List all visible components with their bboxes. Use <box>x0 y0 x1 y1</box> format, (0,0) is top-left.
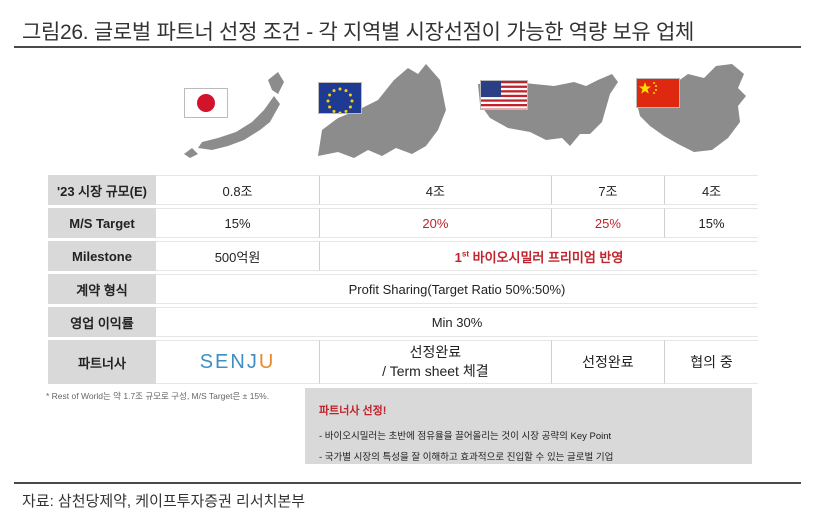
partner-us: 선정완료 <box>550 340 665 384</box>
table-row: 계약 형식 Profit Sharing(Target Ratio 50%:50… <box>48 274 758 304</box>
figure-title: 그림26. 글로벌 파트너 선정 조건 - 각 지역별 시장선점이 가능한 역량… <box>22 21 694 44</box>
market-size-china: 4조 <box>664 175 758 205</box>
ms-target-us: 25% <box>550 208 665 238</box>
milestone-ordinal: 1 <box>454 249 462 265</box>
eu-flag-icon <box>318 82 362 114</box>
source-bar: 자료: 삼천당제약, 케이프투자증권 리서치본부 <box>14 482 801 510</box>
partner-eu: 선정완료 / Term sheet 체결 <box>319 340 551 384</box>
row-label-market-size: '23 시장 규모(E) <box>48 175 156 205</box>
title-bar: 그림26. 글로벌 파트너 선정 조건 - 각 지역별 시장선점이 가능한 역량… <box>14 8 801 48</box>
region-japan <box>178 60 328 168</box>
table-row: Milestone 500억원 1st 바이오시밀러 프리미엄 반영 <box>48 241 758 271</box>
callout-line: - 국가별 시장의 특성을 잘 이해하고 효과적으로 진입할 수 있는 글로벌 … <box>319 452 614 463</box>
ms-target-china: 15% <box>664 208 758 238</box>
milestone-merged: 1st 바이오시밀러 프리미엄 반영 <box>319 241 758 271</box>
japan-flag-icon <box>184 88 228 118</box>
ms-target-eu: 20% <box>319 208 551 238</box>
region-us <box>474 60 624 168</box>
market-size-eu: 4조 <box>319 175 551 205</box>
row-label-contract: 계약 형식 <box>48 274 156 304</box>
partner-eu-term: / Term sheet 체결 <box>382 363 489 379</box>
row-label-milestone: Milestone <box>48 241 156 271</box>
ms-target-japan: 15% <box>156 208 320 238</box>
market-size-japan: 0.8조 <box>156 175 320 205</box>
partner-eu-status: 선정완료 <box>409 344 462 360</box>
row-label-ms-target: M/S Target <box>48 208 156 238</box>
us-flag-icon <box>480 80 528 110</box>
table-row: 파트너사 SENJU 선정완료 / Term sheet 체결 선정완료 협의 … <box>48 340 758 384</box>
source-text: 자료: 삼천당제약, 케이프투자증권 리서치본부 <box>22 493 306 510</box>
usa-map-icon <box>478 74 618 146</box>
table-row: '23 시장 규모(E) 0.8조 4조 7조 4조 <box>48 175 758 205</box>
region-china <box>628 60 778 168</box>
market-size-us: 7조 <box>550 175 665 205</box>
callout-box: 파트너사 선정! - 바이오시밀러는 초반에 점유율을 끌어올리는 것이 시장 … <box>305 388 752 464</box>
milestone-text: 바이오시밀러 프리미엄 반영 <box>469 249 624 265</box>
table-row: M/S Target 15% 20% 25% 15% <box>48 208 758 238</box>
partner-conditions-table: '23 시장 규모(E) 0.8조 4조 7조 4조 M/S Target 15… <box>48 172 758 387</box>
region-eu <box>308 60 458 168</box>
callout-line: - 바이오시밀러는 초반에 점유율을 끌어올리는 것이 시장 공략의 Key P… <box>319 431 612 442</box>
milestone-japan: 500억원 <box>156 241 320 271</box>
footnote: * Rest of World는 약 1.7조 규모로 구성, M/S Targ… <box>46 391 270 401</box>
china-map-icon <box>636 64 746 152</box>
contract-merged: Profit Sharing(Target Ratio 50%:50%) <box>156 274 758 304</box>
partner-china: 협의 중 <box>664 340 758 384</box>
callout-heading: 파트너사 선정! <box>319 405 387 417</box>
margin-merged: Min 30% <box>156 307 758 337</box>
milestone-ordinal-suffix: st <box>461 249 469 259</box>
row-label-partner: 파트너사 <box>48 340 156 384</box>
row-label-margin: 영업 이익률 <box>48 307 156 337</box>
table-row: 영업 이익률 Min 30% <box>48 307 758 337</box>
senju-logo: SENJU <box>199 350 276 373</box>
china-flag-icon <box>636 78 680 108</box>
region-maps <box>0 60 815 168</box>
partner-japan: SENJU <box>156 340 320 384</box>
